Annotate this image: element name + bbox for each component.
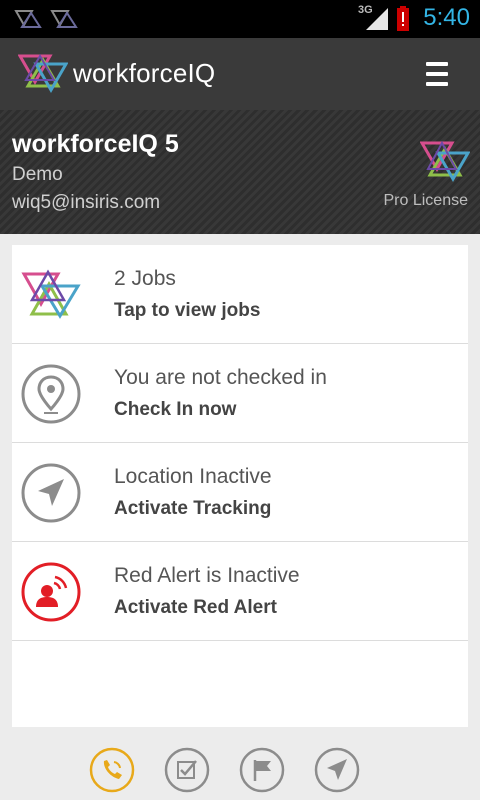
list-item-check-in[interactable]: You are not checked in Check In now [12,344,468,443]
dashboard-card: 2 Jobs Tap to view jobs You are not chec… [12,245,468,727]
profile-email: wiq5@insiris.com [12,192,161,213]
list-item-red-alert[interactable]: Red Alert is Inactive Activate Red Alert [12,542,468,641]
check-in-status: You are not checked in [114,366,327,389]
red-alert-status: Red Alert is Inactive [114,564,300,587]
license-label: Pro License [383,192,469,209]
red-alert-icon [21,562,81,622]
location-status: Location Inactive [114,465,272,488]
activate-red-alert-action: Activate Red Alert [114,597,277,618]
location-pin-icon [21,364,81,424]
checklist-icon[interactable] [163,746,211,794]
list-item-location[interactable]: Location Inactive Activate Tracking [12,443,468,542]
navigation-arrow-icon[interactable] [313,746,361,794]
workforceiq-logo-icon[interactable] [18,52,68,94]
profile-name: workforceIQ 5 [12,130,179,158]
workforceiq-notification-icon [50,10,78,28]
view-jobs-action: Tap to view jobs [114,300,261,321]
check-in-action: Check In now [114,399,237,420]
workforceiq-notification-icon [14,10,42,28]
status-bar: 3G 5:40 [0,0,480,38]
workforceiq-logo-icon [420,140,470,183]
flag-icon[interactable] [238,746,286,794]
profile-organization: Demo [12,164,63,185]
navigation-arrow-icon [21,463,81,523]
battery-icon [397,6,409,31]
hamburger-menu-icon[interactable] [426,62,448,86]
clock: 5:40 [423,4,470,31]
activate-tracking-action: Activate Tracking [114,498,272,519]
action-bar: workforceIQ [0,38,480,110]
workforceiq-logo-icon [21,269,81,319]
phone-icon[interactable] [88,746,136,794]
bottom-tab-bar [0,740,480,800]
profile-header: workforceIQ 5 Demo wiq5@insiris.com Pro … [0,110,480,234]
jobs-count: 2 Jobs [114,267,176,290]
list-item-jobs[interactable]: 2 Jobs Tap to view jobs [12,245,468,344]
app-title: workforceIQ [73,58,216,88]
signal-icon [366,8,388,30]
